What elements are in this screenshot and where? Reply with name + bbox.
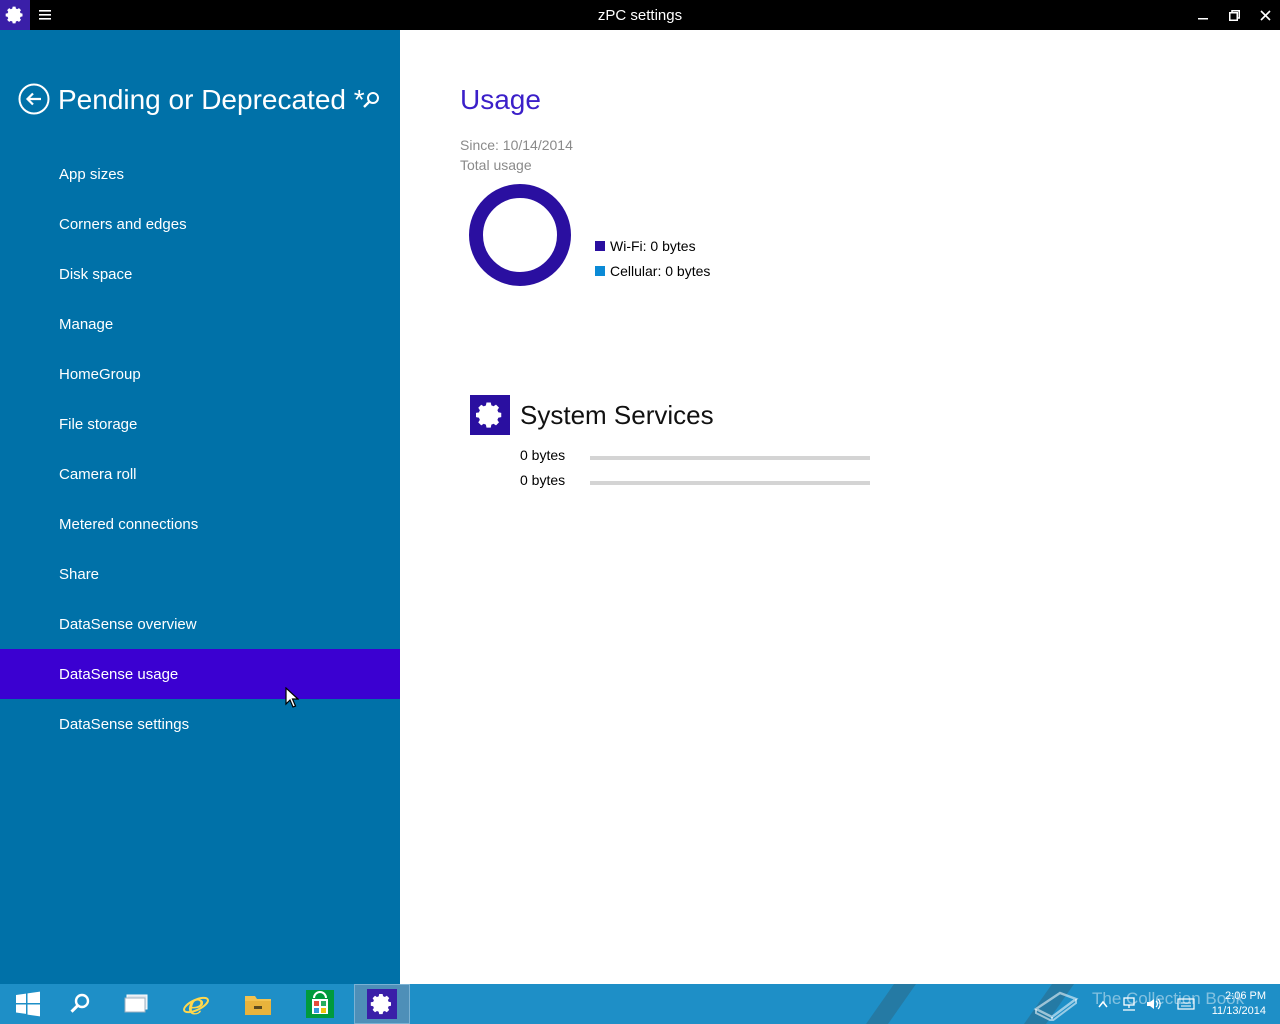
nav-item-camera-roll[interactable]: Camera roll bbox=[0, 449, 400, 499]
total-usage-label: Total usage bbox=[460, 157, 532, 173]
minimize-button[interactable] bbox=[1187, 0, 1219, 30]
nav-item-label: Corners and edges bbox=[59, 215, 187, 233]
nav-item-manage[interactable]: Manage bbox=[0, 299, 400, 349]
nav-item-datasense-settings[interactable]: DataSense settings bbox=[0, 699, 400, 749]
taskbar: e The Collection Book 2:06 PM 11/13/2014 bbox=[0, 984, 1280, 1024]
settings-taskbar-icon[interactable] bbox=[354, 984, 410, 1024]
since-date: Since: 10/14/2014 bbox=[460, 137, 573, 153]
restore-button[interactable] bbox=[1218, 0, 1250, 30]
legend-wifi: Wi-Fi: 0 bytes bbox=[595, 238, 696, 254]
store-icon[interactable] bbox=[292, 984, 348, 1024]
clock-time: 2:06 PM bbox=[1225, 990, 1266, 1002]
service-value: 0 bytes bbox=[520, 472, 566, 488]
system-services-title: System Services bbox=[520, 400, 714, 430]
legend-wifi-label: Wi-Fi: 0 bytes bbox=[610, 238, 696, 254]
nav-item-label: DataSense settings bbox=[59, 715, 190, 733]
nav-item-label: DataSense overview bbox=[59, 615, 197, 633]
service-usage-bar bbox=[590, 481, 870, 485]
task-view-icon[interactable] bbox=[108, 984, 164, 1024]
volume-icon[interactable] bbox=[1143, 984, 1165, 1024]
nav-item-app-sizes[interactable]: App sizes bbox=[0, 149, 400, 199]
nav-item-share[interactable]: Share bbox=[0, 549, 400, 599]
clock-date: 11/13/2014 bbox=[1211, 1005, 1266, 1017]
cellular-swatch bbox=[595, 266, 605, 276]
book-logo-icon bbox=[1030, 984, 1082, 1024]
nav-item-label: Share bbox=[59, 565, 100, 583]
back-arrow-icon[interactable] bbox=[18, 83, 50, 115]
nav-item-metered-connections[interactable]: Metered connections bbox=[0, 499, 400, 549]
mouse-cursor-icon bbox=[285, 687, 299, 708]
system-services-gear-icon bbox=[470, 395, 510, 435]
file-explorer-icon[interactable] bbox=[230, 984, 286, 1024]
start-button[interactable] bbox=[0, 984, 56, 1024]
nav-item-label: Metered connections bbox=[59, 515, 199, 533]
nav-item-file-storage[interactable]: File storage bbox=[0, 399, 400, 449]
close-button[interactable] bbox=[1249, 0, 1280, 30]
nav-item-label: Disk space bbox=[59, 265, 133, 283]
search-taskbar-icon[interactable] bbox=[52, 984, 108, 1024]
internet-explorer-icon[interactable]: e bbox=[168, 984, 224, 1024]
legend-cellular-label: Cellular: 0 bytes bbox=[610, 263, 711, 279]
network-icon[interactable] bbox=[1118, 984, 1140, 1024]
nav-item-label: File storage bbox=[59, 415, 138, 433]
nav-item-label: Manage bbox=[59, 315, 114, 333]
nav-item-corners-and-edges[interactable]: Corners and edges bbox=[0, 199, 400, 249]
nav-item-label: Camera roll bbox=[59, 465, 137, 483]
nav-item-label: DataSense usage bbox=[59, 665, 179, 683]
service-usage-bar bbox=[590, 456, 870, 460]
keyboard-icon[interactable] bbox=[1175, 984, 1197, 1024]
nav-item-disk-space[interactable]: Disk space bbox=[0, 249, 400, 299]
taskbar-decoration bbox=[858, 984, 924, 1024]
nav-item-datasense-overview[interactable]: DataSense overview bbox=[0, 599, 400, 649]
service-value: 0 bytes bbox=[520, 447, 566, 463]
svg-text:e: e bbox=[188, 989, 205, 1019]
donut-ring bbox=[469, 184, 571, 286]
pane-title: Pending or Deprecated * bbox=[58, 84, 365, 115]
nav-item-homegroup[interactable]: HomeGroup bbox=[0, 349, 400, 399]
settings-nav-pane: Pending or Deprecated * App sizes Corner… bbox=[0, 30, 400, 984]
window-title: zPC settings bbox=[597, 7, 683, 24]
nav-item-datasense-usage[interactable]: DataSense usage bbox=[0, 649, 400, 699]
main-content: Usage Since: 10/14/2014 Total usage Wi-F… bbox=[400, 30, 1280, 984]
title-bar: zPC settings bbox=[0, 0, 1280, 30]
usage-heading: Usage bbox=[460, 84, 541, 115]
system-clock[interactable]: 2:06 PM 11/13/2014 bbox=[1212, 989, 1266, 1019]
wifi-swatch bbox=[595, 241, 605, 251]
legend-cellular: Cellular: 0 bytes bbox=[595, 263, 710, 279]
show-hidden-icons-icon[interactable] bbox=[1094, 984, 1112, 1024]
nav-item-label: App sizes bbox=[59, 165, 125, 183]
usage-donut-chart bbox=[469, 184, 571, 286]
nav-item-label: HomeGroup bbox=[59, 365, 141, 383]
search-icon[interactable] bbox=[360, 90, 382, 112]
